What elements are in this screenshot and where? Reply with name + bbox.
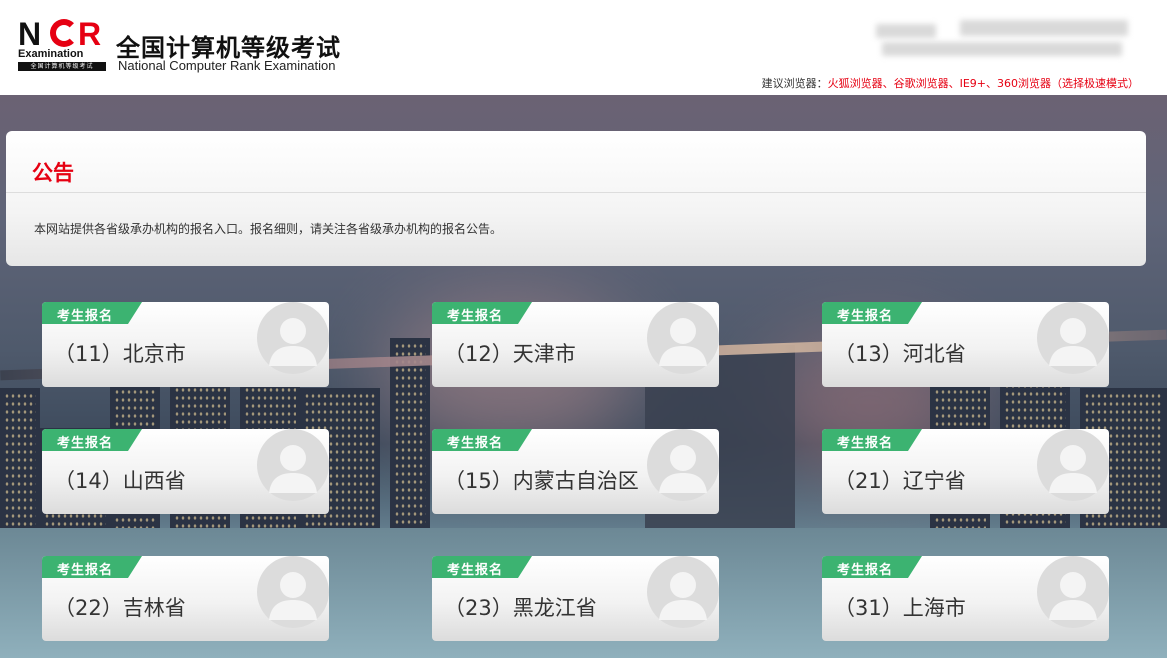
avatar-icon — [1037, 429, 1109, 501]
registration-badge: 考生报名 — [822, 302, 922, 324]
province-card[interactable]: 考生报名 （31）上海市 — [822, 556, 1109, 641]
province-card[interactable]: 考生报名 （12）天津市 — [432, 302, 719, 387]
province-label: （11）北京市 — [54, 342, 186, 366]
avatar-icon — [257, 302, 329, 374]
province-card[interactable]: 考生报名 （22）吉林省 — [42, 556, 329, 641]
avatar-icon — [1037, 556, 1109, 628]
registration-badge: 考生报名 — [822, 429, 922, 451]
logo-letter-n: N — [18, 16, 41, 52]
header: N R Examination 全国计算机等级考试 全国计算机等级考试 Nati… — [0, 0, 1167, 95]
province-label: （31）上海市 — [834, 596, 966, 620]
avatar-icon — [1037, 302, 1109, 374]
site-subtitle: National Computer Rank Examination — [118, 58, 336, 73]
ncre-logo[interactable]: N R Examination 全国计算机等级考试 — [16, 18, 108, 74]
province-label: （14）山西省 — [54, 469, 186, 493]
browser-hint-label: 建议浏览器： — [761, 77, 828, 90]
notice-title: 公告 — [32, 161, 74, 185]
notice-divider — [6, 192, 1146, 193]
badge-label: 考生报名 — [837, 436, 894, 451]
province-label: （22）吉林省 — [54, 596, 186, 620]
badge-label: 考生报名 — [447, 563, 504, 578]
avatar-icon — [647, 302, 719, 374]
avatar-icon — [647, 429, 719, 501]
notice-panel: 公告 本网站提供各省级承办机构的报名入口。报名细则，请关注各省级承办机构的报名公… — [6, 131, 1146, 266]
logo-letter-r: R — [78, 16, 102, 52]
avatar-icon — [257, 556, 329, 628]
province-card[interactable]: 考生报名 （14）山西省 — [42, 429, 329, 514]
browser-hint: 建议浏览器：火狐浏览器、谷歌浏览器、IE9+、360浏览器（选择极速模式） — [762, 75, 1139, 91]
province-card[interactable]: 考生报名 （11）北京市 — [42, 302, 329, 387]
registration-badge: 考生报名 — [822, 556, 922, 578]
registration-badge: 考生报名 — [42, 429, 142, 451]
badge-label: 考生报名 — [447, 309, 504, 324]
badge-label: 考生报名 — [837, 563, 894, 578]
province-card[interactable]: 考生报名 （23）黑龙江省 — [432, 556, 719, 641]
province-label: （13）河北省 — [834, 342, 966, 366]
logo-letter-c — [50, 19, 78, 47]
registration-badge: 考生报名 — [432, 556, 532, 578]
avatar-icon — [257, 429, 329, 501]
badge-label: 考生报名 — [57, 563, 114, 578]
badge-label: 考生报名 — [57, 309, 114, 324]
registration-badge: 考生报名 — [42, 302, 142, 324]
logo-exam-text: Examination — [18, 48, 84, 60]
province-card[interactable]: 考生报名 （15）内蒙古自治区 — [432, 429, 719, 514]
badge-label: 考生报名 — [837, 309, 894, 324]
province-label: （21）辽宁省 — [834, 469, 966, 493]
badge-label: 考生报名 — [447, 436, 504, 451]
blurred-user-info — [876, 20, 1131, 60]
logo-bar-text: 全国计算机等级考试 — [18, 62, 106, 71]
avatar-icon — [647, 556, 719, 628]
browser-hint-value: 火狐浏览器、谷歌浏览器、IE9+、360浏览器（选择极速模式） — [827, 77, 1139, 90]
province-label: （12）天津市 — [444, 342, 576, 366]
province-card[interactable]: 考生报名 （13）河北省 — [822, 302, 1109, 387]
registration-badge: 考生报名 — [432, 429, 532, 451]
registration-badge: 考生报名 — [432, 302, 532, 324]
province-label: （23）黑龙江省 — [444, 596, 597, 620]
notice-text: 本网站提供各省级承办机构的报名入口。报名细则，请关注各省级承办机构的报名公告。 — [34, 222, 503, 236]
registration-badge: 考生报名 — [42, 556, 142, 578]
badge-label: 考生报名 — [57, 436, 114, 451]
province-card[interactable]: 考生报名 （21）辽宁省 — [822, 429, 1109, 514]
province-label: （15）内蒙古自治区 — [444, 469, 639, 493]
